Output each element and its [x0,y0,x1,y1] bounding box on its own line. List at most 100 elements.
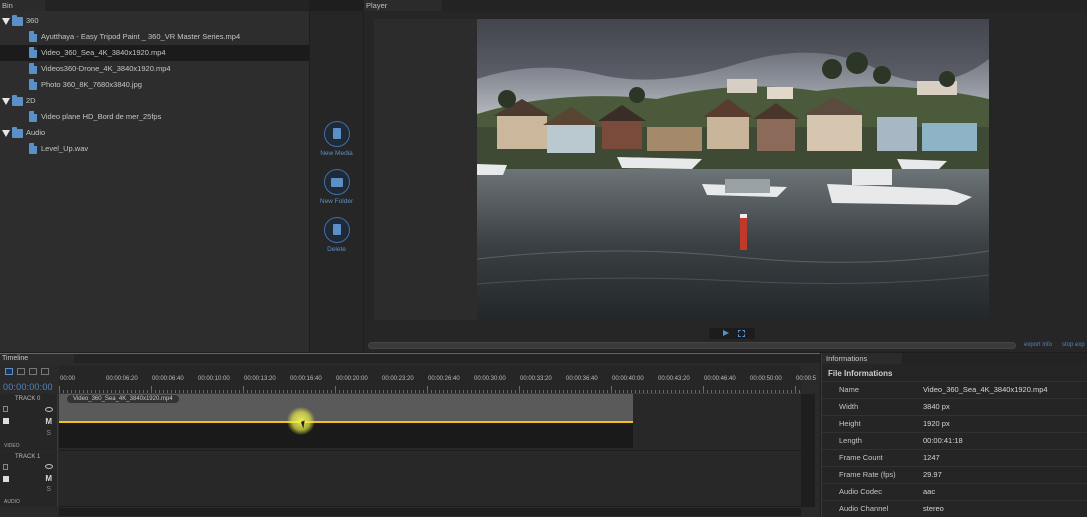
expand-triangle-icon[interactable] [2,98,10,105]
ruler-minor-tick [171,390,172,393]
ruler-minor-tick [351,390,352,393]
tree-folder-360[interactable]: 360 [0,13,309,29]
ruler-minor-tick [323,390,324,393]
ruler-minor-tick [211,390,212,393]
track-enable-checkbox[interactable] [3,418,9,424]
tree-folder-audio[interactable]: Audio [0,125,309,141]
ruler-minor-tick [331,390,332,393]
ruler-minor-tick [327,390,328,393]
bin-tab[interactable]: Bin [0,0,45,11]
ruler-minor-tick [587,390,588,393]
video-clip[interactable]: Video_360_Sea_4K_3840x1920.mp4 [59,394,633,448]
ruler-minor-tick [571,390,572,393]
ruler-minor-tick [251,390,252,393]
track-enable-checkbox[interactable] [3,476,9,482]
fullscreen-icon[interactable] [738,330,745,337]
info-value: Video_360_Sea_4K_3840x1920.mp4 [923,385,1048,394]
ruler-minor-tick [755,390,756,393]
tree-file[interactable]: Videos360-Drone_4K_3840x1920.mp4 [0,61,309,77]
tree-label: 2D [26,96,36,105]
ruler-minor-tick [411,390,412,393]
tree-file-selected[interactable]: Video_360_Sea_4K_3840x1920.mp4 [0,45,309,61]
play-icon[interactable] [723,330,729,336]
new-folder-button[interactable]: New Folder [310,169,363,205]
select-tool-icon[interactable] [5,368,13,375]
ruler-minor-tick [551,390,552,393]
new-media-button[interactable]: New Media [310,121,363,157]
ruler-minor-tick [459,390,460,393]
info-tab[interactable]: Informations [822,353,902,364]
ruler-minor-tick [63,390,64,393]
ruler-minor-tick [283,390,284,393]
solo-button[interactable]: S [46,486,51,493]
ruler-minor-tick [639,390,640,393]
mute-button[interactable]: M [45,474,52,483]
ruler-minor-tick [759,390,760,393]
tree-file[interactable]: Video plane HD_Bord de mer_25fps [0,109,309,125]
ruler-minor-tick [259,390,260,393]
stop-export-link[interactable]: stop exp [1062,342,1085,348]
player-tab[interactable]: Player [364,0,442,11]
tree-file[interactable]: Level_Up.wav [0,141,309,157]
trim-tool-icon[interactable] [29,368,37,375]
ruler-minor-tick [707,390,708,393]
ruler-minor-tick [335,386,336,393]
track-lane-1[interactable] [59,452,801,507]
new-media-icon [332,128,341,139]
info-row-audio-codec: Audio Codec aac [822,483,1087,499]
ruler-minor-tick [367,390,368,393]
tree-folder-2d[interactable]: 2D [0,93,309,109]
mute-button[interactable]: M [45,417,52,426]
new-folder-icon [330,178,343,187]
player-controls [709,328,755,339]
ruler-minor-tick [527,390,528,393]
ruler-minor-tick [159,390,160,393]
timeline-vertical-scrollbar[interactable] [801,394,815,507]
file-icon [29,47,37,58]
tree-label: Videos360-Drone_4K_3840x1920.mp4 [41,64,171,73]
eye-icon[interactable] [45,407,53,412]
file-icon [29,31,37,42]
lock-icon[interactable] [3,464,8,470]
ruler-minor-tick [287,390,288,393]
ruler-minor-tick [575,390,576,393]
timeline-ruler[interactable]: 00:00 00:00:06:20 00:00:06:40 00:00:10:00 00… [59,366,816,394]
ruler-minor-tick [235,390,236,393]
ruler-minor-tick [451,390,452,393]
cut-tool-icon[interactable] [17,368,25,375]
solo-button[interactable]: S [46,430,51,437]
eye-icon[interactable] [45,464,53,469]
ruler-minor-tick [427,386,428,393]
info-row-name: Name Video_360_Sea_4K_3840x1920.mp4 [822,381,1087,397]
timeline-tab[interactable]: Timeline [0,354,74,364]
tree-file[interactable]: Photo 360_8K_7680x3840.jpg [0,77,309,93]
info-value: 29.97 [923,470,942,479]
ruler-minor-tick [255,390,256,393]
video-viewport[interactable] [374,19,989,320]
ruler-minor-tick [511,390,512,393]
new-media-label: New Media [320,150,353,157]
expand-triangle-icon[interactable] [2,18,10,25]
tree-label: Level_Up.wav [41,144,89,153]
export-info-link[interactable]: export info [1024,342,1052,348]
timeline-horizontal-scrollbar[interactable] [59,508,801,516]
tree-file[interactable]: Ayutthaya - Easy Tripod Paint _ 360_VR M… [0,29,309,45]
delete-button[interactable]: Delete [310,217,363,253]
ruler-minor-tick [223,390,224,393]
lock-icon[interactable] [3,406,8,412]
info-row-height: Height 1920 px [822,415,1087,431]
ruler-minor-tick [731,390,732,393]
track-header-0: TRACK 0 M S VIDEO [0,394,58,451]
ruler-minor-tick [291,390,292,393]
snap-tool-icon[interactable] [41,368,49,375]
ruler-tick-label: 00:00:30:00 [474,376,506,382]
player-scrub-bar[interactable] [368,342,1016,349]
ruler-tick-label: 00:00:40:00 [612,376,644,382]
track-lane-0[interactable]: Video_360_Sea_4K_3840x1920.mp4 [59,394,801,451]
file-icon [29,111,37,122]
ruler-minor-tick [655,390,656,393]
ruler-minor-tick [151,386,152,393]
expand-triangle-icon[interactable] [2,130,10,137]
ruler-minor-tick [219,390,220,393]
ruler-minor-tick [59,386,60,393]
